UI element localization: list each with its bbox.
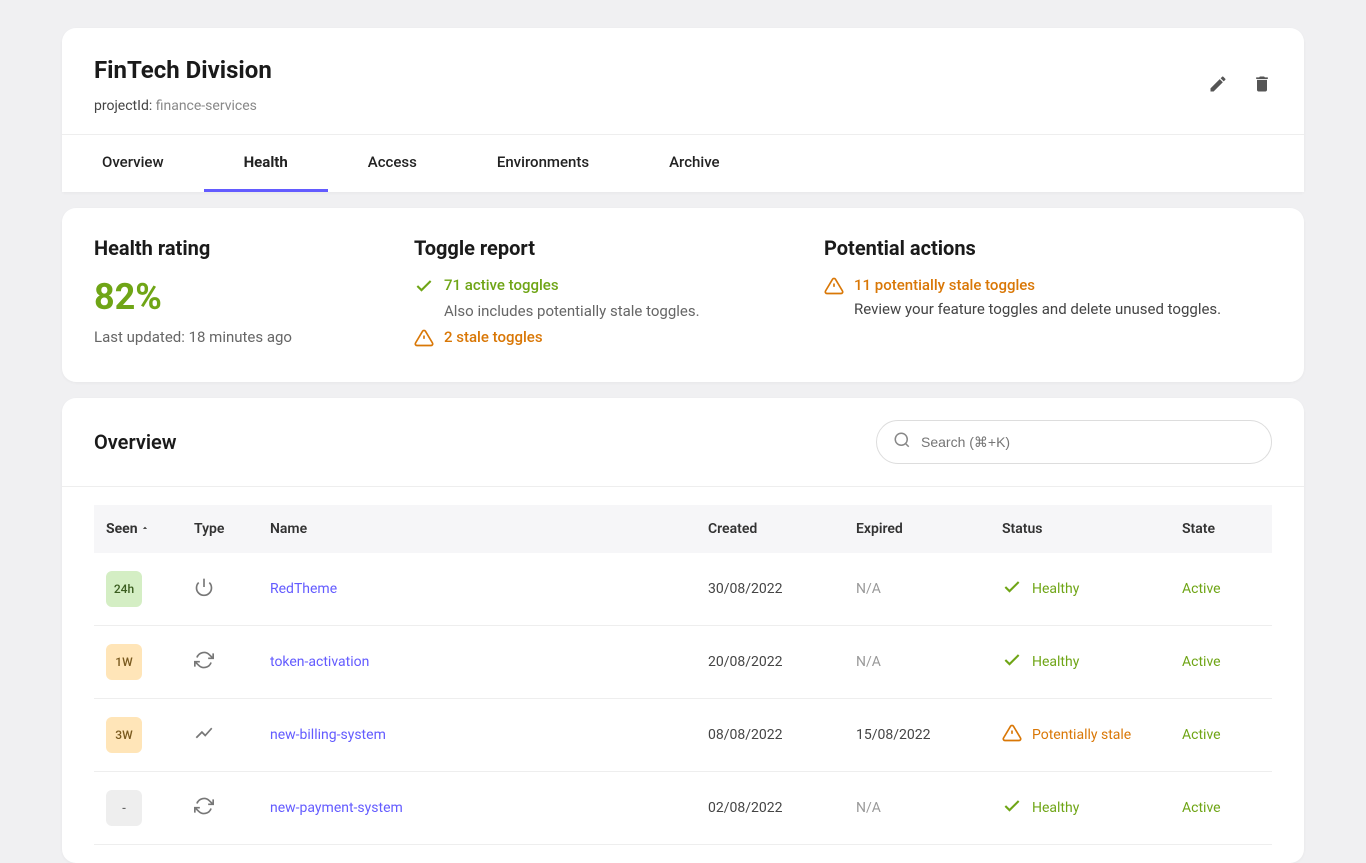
expired-date: N/A bbox=[844, 626, 990, 699]
expired-date: 15/08/2022 bbox=[844, 699, 990, 772]
expired-date: N/A bbox=[844, 553, 990, 626]
status-text: Healthy bbox=[1032, 800, 1079, 816]
type-icon bbox=[194, 723, 214, 743]
health-rating-title: Health rating bbox=[94, 236, 414, 260]
type-icon bbox=[194, 577, 214, 597]
delete-icon[interactable] bbox=[1252, 74, 1272, 98]
potentially-stale-line: 11 potentially stale toggles bbox=[824, 276, 1272, 296]
health-rating-value: 82% bbox=[94, 276, 414, 318]
potential-actions-section: Potential actions 11 potentially stale t… bbox=[824, 236, 1272, 354]
potentially-stale-text: 11 potentially stale toggles bbox=[854, 276, 1035, 294]
created-date: 02/08/2022 bbox=[696, 772, 844, 845]
tab-environments[interactable]: Environments bbox=[457, 135, 629, 192]
warning-icon bbox=[414, 328, 434, 348]
state-text: Active bbox=[1182, 581, 1221, 597]
toggle-report-title: Toggle report bbox=[414, 236, 824, 260]
toggle-name-link[interactable]: new-payment-system bbox=[270, 800, 403, 816]
toggle-name-link[interactable]: token-activation bbox=[270, 654, 369, 670]
active-toggles-line: 71 active toggles bbox=[414, 276, 824, 296]
warning-icon bbox=[1002, 723, 1022, 747]
column-header-expired[interactable]: Expired bbox=[844, 505, 990, 553]
table-header-row: Seen Type Name Created Expired Status St… bbox=[94, 505, 1272, 553]
tab-archive[interactable]: Archive bbox=[629, 135, 759, 192]
seen-badge: 1W bbox=[106, 644, 142, 680]
health-rating-updated: Last updated: 18 minutes ago bbox=[94, 328, 414, 346]
toggle-report-section: Toggle report 71 active toggles Also inc… bbox=[414, 236, 824, 354]
toggle-name-link[interactable]: RedTheme bbox=[270, 581, 337, 597]
check-icon bbox=[1002, 650, 1022, 674]
edit-icon[interactable] bbox=[1208, 74, 1228, 98]
status-cell: Potentially stale bbox=[1002, 723, 1158, 747]
active-toggles-sub: Also includes potentially stale toggles. bbox=[444, 302, 824, 320]
column-header-state[interactable]: State bbox=[1170, 505, 1272, 553]
project-id-label: projectId: bbox=[94, 98, 152, 114]
overview-header: Overview bbox=[62, 398, 1304, 487]
table-row: 3W new-billing-system 08/08/2022 15/08/2… bbox=[94, 699, 1272, 772]
status-text: Healthy bbox=[1032, 581, 1079, 597]
overview-title: Overview bbox=[94, 430, 177, 454]
created-date: 30/08/2022 bbox=[696, 553, 844, 626]
seen-badge: - bbox=[106, 790, 142, 826]
expired-date: N/A bbox=[844, 772, 990, 845]
table-row: 1W token-activation 20/08/2022 N/A Healt… bbox=[94, 626, 1272, 699]
status-cell: Healthy bbox=[1002, 650, 1158, 674]
project-id-value: finance-services bbox=[156, 98, 257, 114]
column-header-type[interactable]: Type bbox=[182, 505, 258, 553]
search-box[interactable] bbox=[876, 420, 1272, 464]
stats-card: Health rating 82% Last updated: 18 minut… bbox=[62, 208, 1304, 382]
column-header-name[interactable]: Name bbox=[258, 505, 696, 553]
tabs: OverviewHealthAccessEnvironmentsArchive bbox=[62, 134, 1304, 192]
seen-badge: 24h bbox=[106, 571, 142, 607]
project-title: FinTech Division bbox=[94, 56, 272, 84]
tab-health[interactable]: Health bbox=[204, 135, 328, 192]
column-header-created[interactable]: Created bbox=[696, 505, 844, 553]
stale-toggles-text: 2 stale toggles bbox=[444, 328, 543, 346]
column-header-seen[interactable]: Seen bbox=[94, 505, 182, 553]
status-cell: Healthy bbox=[1002, 796, 1158, 820]
state-text: Active bbox=[1182, 654, 1221, 670]
type-icon bbox=[194, 796, 214, 816]
status-cell: Healthy bbox=[1002, 577, 1158, 601]
status-text: Potentially stale bbox=[1032, 727, 1131, 743]
status-text: Healthy bbox=[1032, 654, 1079, 670]
search-input[interactable] bbox=[921, 434, 1255, 450]
header-actions bbox=[1208, 56, 1272, 98]
tab-access[interactable]: Access bbox=[328, 135, 457, 192]
stale-toggles-line: 2 stale toggles bbox=[414, 328, 824, 348]
health-rating-section: Health rating 82% Last updated: 18 minut… bbox=[94, 236, 414, 354]
active-toggles-text: 71 active toggles bbox=[444, 276, 559, 294]
sort-ascending-icon bbox=[140, 521, 150, 537]
warning-icon bbox=[824, 276, 844, 296]
search-icon bbox=[893, 431, 911, 453]
potential-actions-title: Potential actions bbox=[824, 236, 1272, 260]
potential-actions-sub: Review your feature toggles and delete u… bbox=[854, 300, 1272, 318]
seen-badge: 3W bbox=[106, 717, 142, 753]
table-row: 24h RedTheme 30/08/2022 N/A Healthy Acti… bbox=[94, 553, 1272, 626]
project-meta: projectId: finance-services bbox=[94, 98, 272, 114]
project-card: FinTech Division projectId: finance-serv… bbox=[62, 28, 1304, 192]
overview-card: Overview Seen Type Name Created bbox=[62, 398, 1304, 863]
tab-overview[interactable]: Overview bbox=[62, 135, 204, 192]
check-icon bbox=[1002, 796, 1022, 820]
state-text: Active bbox=[1182, 800, 1221, 816]
project-header: FinTech Division projectId: finance-serv… bbox=[62, 28, 1304, 134]
check-icon bbox=[414, 276, 434, 296]
table-wrapper: Seen Type Name Created Expired Status St… bbox=[62, 487, 1304, 863]
created-date: 20/08/2022 bbox=[696, 626, 844, 699]
table-row: - new-payment-system 02/08/2022 N/A Heal… bbox=[94, 772, 1272, 845]
column-header-status[interactable]: Status bbox=[990, 505, 1170, 553]
state-text: Active bbox=[1182, 727, 1221, 743]
check-icon bbox=[1002, 577, 1022, 601]
created-date: 08/08/2022 bbox=[696, 699, 844, 772]
toggle-name-link[interactable]: new-billing-system bbox=[270, 727, 386, 743]
type-icon bbox=[194, 650, 214, 670]
toggles-table: Seen Type Name Created Expired Status St… bbox=[94, 505, 1272, 845]
